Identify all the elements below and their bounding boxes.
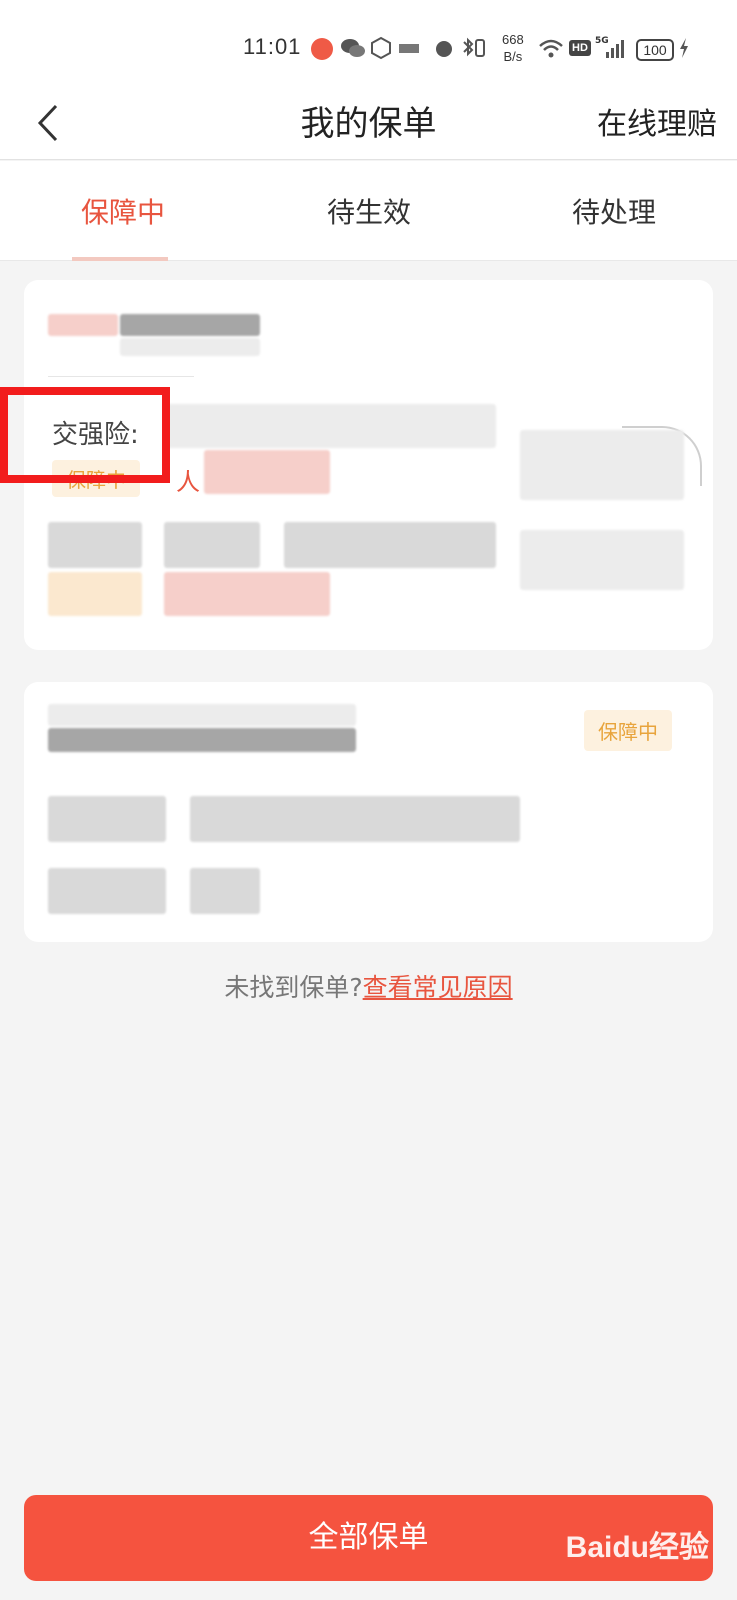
- tab-pending-process[interactable]: 待处理: [491, 191, 737, 231]
- redacted-block: [190, 868, 260, 914]
- bluetooth-icon: [463, 37, 485, 57]
- status-bar: 11:01 668 B/s HD 5G 100: [0, 0, 737, 90]
- not-found-hint: 未找到保单?查看常见原因: [0, 968, 737, 1004]
- notification-app-icon: [311, 38, 333, 60]
- redacted-block: [204, 450, 330, 494]
- tab-active-coverage[interactable]: 保障中: [0, 191, 246, 231]
- redacted-block: [48, 314, 118, 336]
- tab-pending-effective[interactable]: 待生效: [246, 191, 492, 231]
- online-claim-link[interactable]: 在线理赔: [597, 99, 717, 143]
- baidu-watermark: Baidu经验: [565, 1531, 709, 1564]
- hd-badge: HD: [569, 40, 591, 56]
- redacted-block: [190, 796, 520, 842]
- redacted-block: [520, 530, 684, 590]
- policy-card[interactable]: 交强险: 保障中 人: [24, 280, 713, 650]
- redacted-block: [48, 522, 142, 568]
- not-found-text: 未找到保单?: [224, 973, 363, 1002]
- redacted-block: [284, 522, 496, 568]
- status-badge: 保障中: [584, 710, 672, 751]
- youdao-icon: [399, 44, 419, 53]
- redacted-block: [164, 522, 260, 568]
- policy-card[interactable]: 保障中: [24, 682, 713, 942]
- policy-tabs: 保障中 待生效 待处理: [0, 161, 737, 261]
- redacted-block: [48, 868, 166, 914]
- redacted-block: [120, 314, 260, 336]
- net-speed: 668 B/s: [502, 32, 524, 64]
- insurance-type-label: 交强险:: [52, 420, 139, 450]
- signal-icon: [606, 40, 624, 58]
- common-reasons-link[interactable]: 查看常见原因: [363, 973, 513, 1002]
- charging-icon: [680, 38, 688, 58]
- redacted-block: [520, 430, 684, 500]
- hand-icon: [371, 36, 391, 60]
- redacted-block: [120, 338, 260, 356]
- alarm-icon: [436, 41, 452, 57]
- wifi-icon: [539, 39, 563, 58]
- status-badge: 保障中: [52, 460, 140, 497]
- nav-header: 我的保单 在线理赔: [0, 90, 737, 160]
- wechat-icon: [341, 39, 365, 57]
- redacted-block: [48, 572, 142, 616]
- redacted-block: [164, 404, 496, 448]
- divider: [48, 376, 194, 377]
- insured-person: 人: [176, 468, 200, 496]
- battery-indicator: 100: [636, 39, 674, 61]
- redacted-block: [48, 728, 356, 752]
- tab-underline: [72, 257, 168, 261]
- redacted-block: [48, 704, 356, 726]
- status-time: 11:01: [243, 34, 302, 59]
- redacted-block: [164, 572, 330, 616]
- redacted-block: [48, 796, 166, 842]
